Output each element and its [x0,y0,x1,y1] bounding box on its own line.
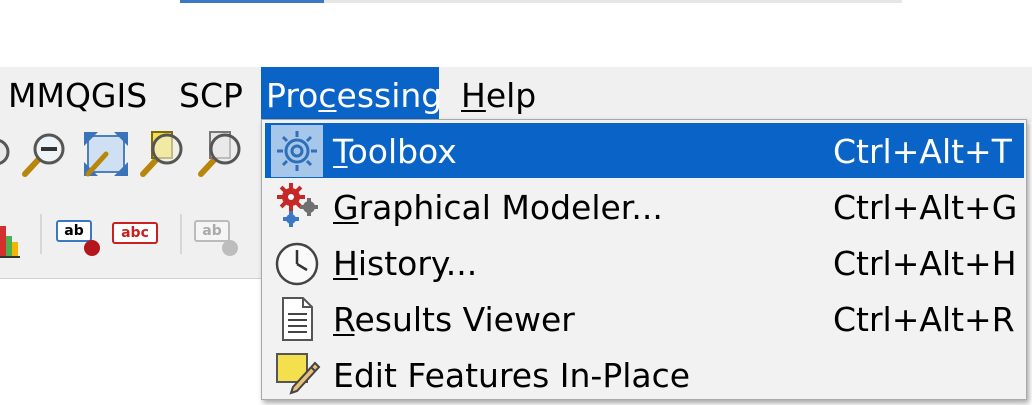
menu-processing[interactable]: Processing [261,67,442,122]
menu-item-history-label: History... [333,235,477,293]
rule-labeling-tag: abc [112,222,158,244]
toolbar-separator-2 [180,214,182,254]
menu-mmqgis[interactable]: MMQGIS [8,67,147,122]
pin-labels-text: ab [202,223,222,239]
menu-item-history-shortcut: Ctrl+Alt+H [833,244,1017,283]
processing-dropdown-menu: Toolbox Ctrl+Alt+T Graphical Modeler... … [261,119,1027,400]
menu-help-mnemonic: H [461,76,486,115]
menu-help[interactable]: Help [461,67,536,122]
menu-mmqgis-label: MMQGIS [8,76,148,115]
diagram-icon[interactable] [0,222,20,260]
menu-item-edit-features-in-place[interactable]: Edit Features In-Place [265,347,1024,402]
rule-labeling-button[interactable]: abc [112,222,160,246]
menu-item-edit-features-in-place-label: Edit Features In-Place [333,356,691,395]
menu-item-toolbox[interactable]: Toolbox Ctrl+Alt+T [265,123,1024,178]
top-strip-fill [180,0,324,3]
zoom-full-icon[interactable] [80,128,132,180]
menu-item-graphical-modeler-shortcut: Ctrl+Alt+G [833,188,1018,227]
menu-item-history[interactable]: History... Ctrl+Alt+H [265,235,1024,290]
menu-item-toolbox-shortcut: Ctrl+Alt+T [833,132,1012,171]
layer-labeling-dot [84,240,100,256]
edit-in-place-icon [271,349,323,401]
pan-partial-icon[interactable] [0,130,14,176]
pin-labels-button[interactable]: ab [194,220,242,260]
layer-labeling-text: ab [64,223,84,239]
pin-labels-dot [222,240,238,256]
gear-icon [271,125,323,177]
toolbox-label-rest: oolbox [347,132,457,171]
menu-processing-pre: Pro [266,76,319,115]
modeler-gears-icon [271,181,323,233]
clock-icon [271,237,323,289]
graphical-modeler-label-rest: raphical Modeler... [358,188,663,227]
layer-labeling-button[interactable]: ab [56,220,104,260]
rule-labeling-text: abc [121,225,149,241]
zoom-out-icon[interactable] [20,128,72,180]
results-viewer-label-rest: esults Viewer [354,300,575,339]
zoom-to-layer-icon[interactable] [196,128,248,180]
menu-item-graphical-modeler[interactable]: Graphical Modeler... Ctrl+Alt+G [265,179,1024,234]
zoom-to-selection-icon[interactable] [138,128,190,180]
map-navigation-toolbar [0,122,270,184]
top-strip [180,0,902,3]
menu-item-toolbox-label: Toolbox [333,123,457,181]
menu-bar: MMQGIS SCP Processing Help [0,67,1032,122]
history-label-rest: istory... [357,244,478,283]
menu-item-graphical-modeler-label: Graphical Modeler... [333,179,663,237]
menu-processing-mnemonic: c [318,76,337,115]
menu-scp-label: SCP [179,76,243,115]
menu-scp[interactable]: SCP [179,67,243,122]
graphical-modeler-mnemonic: G [333,188,359,227]
results-viewer-mnemonic: R [333,300,355,339]
menu-item-results-viewer-shortcut: Ctrl+Alt+R [833,300,1015,339]
document-icon [271,293,323,345]
history-mnemonic: H [333,244,358,283]
menu-item-results-viewer[interactable]: Results Viewer Ctrl+Alt+R [265,291,1024,346]
pin-labels-tag: ab [194,220,230,242]
toolbar-separator [40,214,42,254]
menu-processing-post: essing [336,76,443,115]
menu-help-post: elp [485,76,537,115]
menu-item-results-viewer-label: Results Viewer [333,291,575,349]
toolbox-mnemonic: T [333,132,348,171]
layer-labeling-tag: ab [56,220,92,242]
